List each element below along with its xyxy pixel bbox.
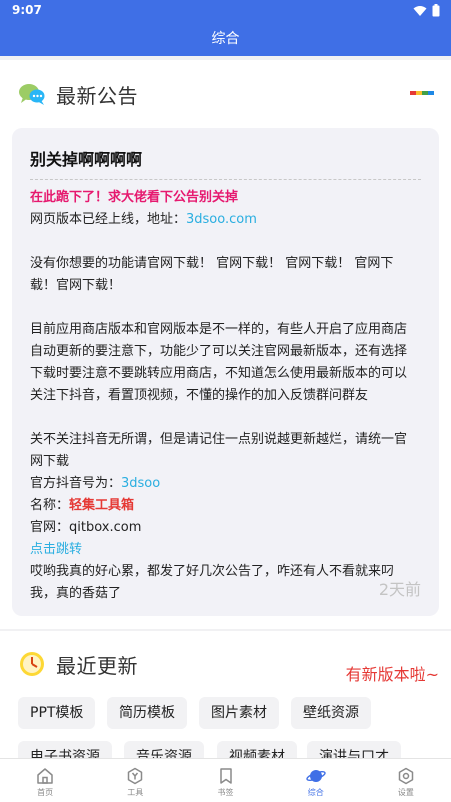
nav-tools[interactable]: 工具 [90,759,180,802]
tag-video[interactable]: 视频素材 [217,741,297,758]
notice-web-line: 网页版本已经上线，地址：3dsoo.com [30,212,257,227]
tag-wallpaper[interactable]: 壁纸资源 [291,697,371,729]
status-time: 9:07 [12,3,42,17]
tag-resume-template[interactable]: 简历模板 [107,697,187,729]
notice-section-title: 最新公告 [56,83,138,108]
clock-icon [20,652,44,676]
nav-bookmarks-label: 书签 [217,788,234,797]
notice-title: 别关掉啊啊啊啊 [30,150,143,169]
nav-tools-label: 工具 [127,788,144,797]
notice-box: 别关掉啊啊啊啊 在此跪下了！求大佬看下公告别关掉 网页版本已经上线，地址：3ds… [12,128,439,616]
tag-image-material[interactable]: 图片素材 [199,697,279,729]
nav-home[interactable]: 首页 [0,759,90,802]
settings-icon [398,767,414,785]
updates-card: 最近更新 有新版本啦~ PPT模板 简历模板 图片素材 壁纸资源 电子书资源 音… [0,631,451,758]
bottom-nav: 首页 工具 书签 综合 设置 [0,758,451,802]
tag-ppt-template[interactable]: PPT模板 [18,697,96,729]
status-bar: 9:07 [0,0,451,22]
notice-para4-l1: 哎哟我真的好心累，都发了好几次公告了，咋还有人不看就来叼 [30,564,395,579]
nav-settings-label: 设置 [397,788,414,797]
chat-bubbles-icon [19,84,45,105]
notice-card: 最新公告 别关掉啊啊啊啊 在此跪下了！求大佬看下公告别关掉 网页版本已经上线，地… [0,60,451,629]
status-icons [413,4,440,17]
updates-header: 最近更新 [18,648,138,680]
notice-para1-l1: 没有你想要的功能请官网下载！ 官网下载！ 官网下载！ 官网下 [30,256,394,271]
douyin-line: 官方抖音号为：3dsoo [30,476,161,491]
official-site-value: qitbox.com [69,520,142,535]
official-site-line: 官网：qitbox.com [30,520,142,535]
app-name-line: 名称：轻集工具箱 [30,498,135,513]
nav-settings[interactable]: 设置 [361,759,451,802]
tag-music[interactable]: 音乐资源 [124,741,204,758]
app-name-value: 轻集工具箱 [69,498,135,513]
tools-icon [128,767,143,785]
new-version-link[interactable]: 有新版本啦~ [346,661,439,685]
notice-para2-l2: 自动更新的要注意下，功能少了可以关注官网最新版本，还有选择 [30,344,408,359]
nav-general[interactable]: 综合 [271,759,361,802]
battery-icon [432,4,440,17]
notice-para1-l2: 载！官网下载！ [30,278,122,293]
bookmark-icon [219,768,232,784]
home-icon [37,768,53,784]
nav-home-label: 首页 [37,788,54,797]
notice-para3-l2: 网下载 [30,454,70,469]
main-content[interactable]: 最新公告 别关掉啊啊啊啊 在此跪下了！求大佬看下公告别关掉 网页版本已经上线，地… [0,56,451,758]
notice-time-ago: 2天前 [378,580,421,599]
app-bar-title: 综合 [0,22,451,56]
divider [30,179,421,180]
nav-bookmarks[interactable]: 书签 [180,759,270,802]
jump-link[interactable]: 点击跳转 [30,539,421,561]
web-address-link[interactable]: 3dsoo.com [186,212,257,227]
color-palette-bar [410,91,434,95]
nav-general-label: 综合 [307,788,324,797]
notice-para3-l1: 关不关注抖音无所谓，但是请记住一点别说越更新越烂，请统一官 [30,432,408,447]
tag-ebook[interactable]: 电子书资源 [18,741,112,758]
planet-icon [306,770,326,782]
notice-para2-l1: 目前应用商店版本和官网版本是不一样的，有些人开启了应用商店 [30,322,408,337]
notice-para2-l3: 下载时要注意不要跳转应用商店，不知道怎么使用最新版本的可以 [30,366,408,381]
notice-header: 最新公告 [18,78,138,110]
wifi-icon [413,5,427,16]
tag-speech[interactable]: 演讲与口才 [307,741,401,758]
notice-body: 在此跪下了！求大佬看下公告别关掉 网页版本已经上线，地址：3dsoo.com 没… [30,187,421,605]
notice-plea: 在此跪下了！求大佬看下公告别关掉 [30,190,239,205]
douyin-id-link[interactable]: 3dsoo [121,476,160,491]
notice-para2-l4: 关注下抖音，看置顶视频，不懂的操作的加入反馈群问群友 [30,388,369,403]
notice-para4-l2: 我，真的香菇了 [30,586,122,601]
updates-section-title: 最近更新 [56,653,138,678]
